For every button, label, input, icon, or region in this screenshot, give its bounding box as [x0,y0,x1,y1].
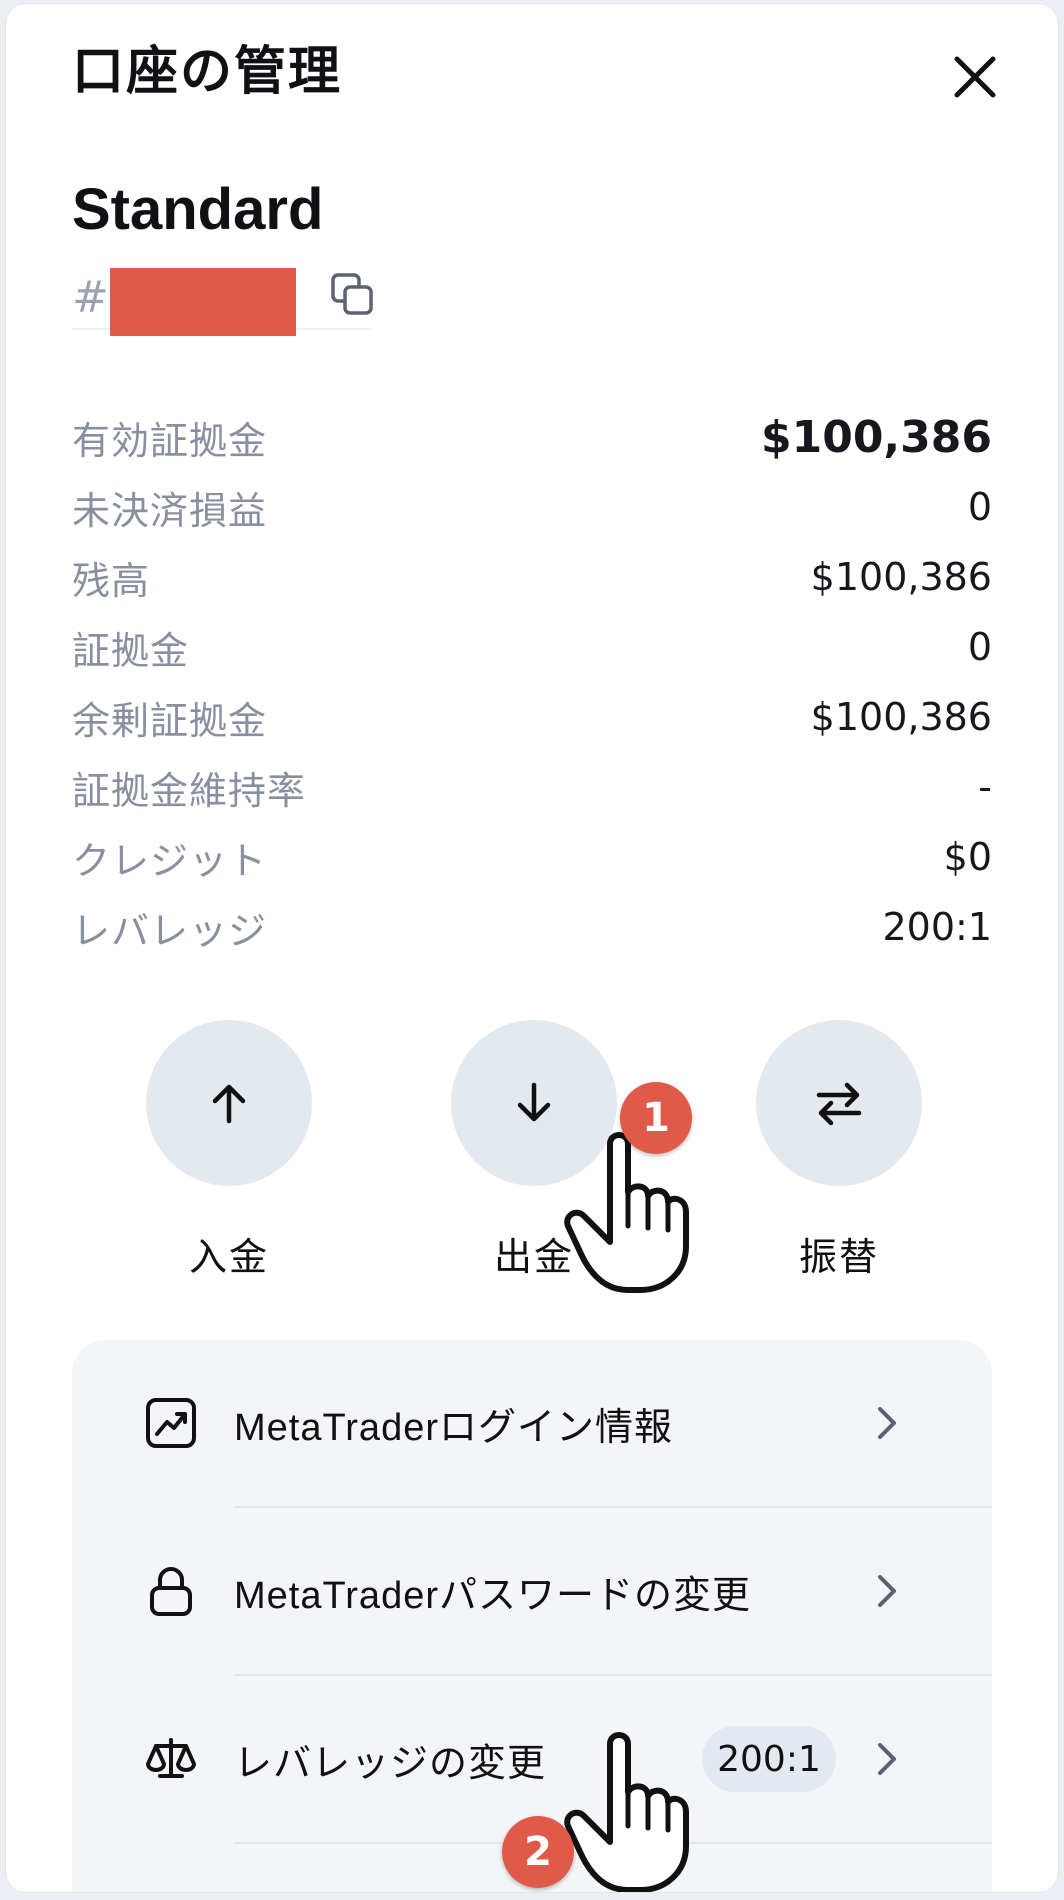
chevron-right-icon [878,1743,896,1775]
withdraw-circle[interactable] [451,1020,617,1186]
arrow-down-icon [517,1082,551,1122]
stat-label: 証拠金維持率 [72,768,307,813]
stat-value: 0 [967,625,992,669]
account-stats: 有効証拠金 $100,386 未決済損益 0 残高 $100,386 証拠金 0… [72,402,992,962]
arrow-up-icon [212,1084,246,1124]
stat-value: $100,386 [810,555,992,599]
stat-row-equity: 有効証拠金 $100,386 [72,402,992,472]
stat-row-leverage: レバレッジ 200:1 [72,892,992,962]
stat-row-free-margin: 余剰証拠金 $100,386 [72,682,992,752]
stat-row-balance: 残高 $100,386 [72,542,992,612]
deposit-button[interactable]: 入金 [144,1020,314,1281]
account-type: Standard [72,177,324,242]
stat-label: レバレッジ [72,908,268,953]
scale-icon [146,1738,196,1778]
account-number-row: # [72,262,374,336]
deposit-circle[interactable] [146,1020,312,1186]
stat-label: 残高 [72,558,151,603]
account-management-panel: 口座の管理 Standard # 有効証拠金 $100,386 未決済損益 0 … [6,4,1058,1892]
stat-value: 200:1 [882,905,992,949]
lock-icon [150,1567,192,1616]
stat-row-margin: 証拠金 0 [72,612,992,682]
step-1-badge: 1 [620,1082,692,1154]
transfer-button[interactable]: 振替 [754,1020,924,1281]
menu-divider [234,1842,992,1844]
stat-row-floating-pl: 未決済損益 0 [72,472,992,542]
stat-value: $100,386 [810,695,992,739]
close-button[interactable] [950,52,1000,102]
close-icon [954,56,996,98]
stat-value: 0 [967,485,992,529]
redacted-account-number [110,268,296,336]
stat-value: $0 [943,835,992,879]
menu-item-metatrader-password[interactable]: MetaTraderパスワードの変更 [72,1508,992,1674]
menu-item-metatrader-login[interactable]: MetaTraderログイン情報 [72,1340,992,1506]
transfer-icon [816,1082,862,1126]
stat-row-credit: クレジット $0 [72,822,992,892]
leverage-badge: 200:1 [702,1726,836,1792]
stat-row-margin-level: 証拠金維持率 - [72,752,992,822]
transfer-label: 振替 [798,1235,879,1279]
copy-icon[interactable] [330,272,374,316]
stat-value: - [978,765,992,809]
stat-label: 未決済損益 [72,488,268,533]
deposit-label: 入金 [188,1235,269,1279]
withdraw-button[interactable]: 出金 [449,1020,619,1281]
menu-item-label: MetaTraderパスワードの変更 [234,1574,751,1617]
chevron-right-icon [878,1407,896,1439]
chevron-right-icon [878,1575,896,1607]
stat-label: 余剰証拠金 [72,698,268,743]
menu-item-label: レバレッジの変更 [234,1742,547,1785]
menu-item-label: MetaTraderログイン情報 [234,1406,673,1449]
stat-label: クレジット [72,838,268,883]
step-2-badge: 2 [502,1816,574,1888]
chart-icon [146,1398,196,1448]
page-title: 口座の管理 [72,42,343,102]
stat-label: 有効証拠金 [72,418,268,463]
withdraw-label: 出金 [493,1235,574,1279]
account-hash: # [72,272,109,323]
stat-label: 証拠金 [72,628,190,673]
account-menu-card: MetaTraderログイン情報 MetaTraderパスワードの変更 レバレッ… [72,1340,992,1892]
transfer-circle[interactable] [756,1020,922,1186]
stat-value: $100,386 [760,411,992,463]
